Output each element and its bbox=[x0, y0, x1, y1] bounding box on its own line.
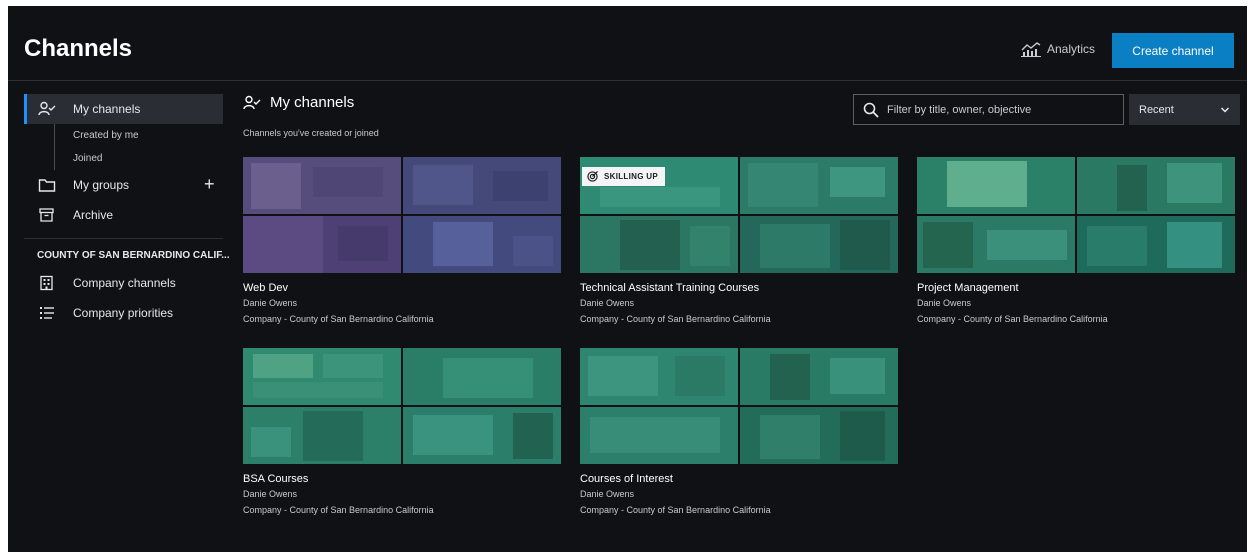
channel-card-web-dev[interactable]: Web Dev Danie Owens Company - County of … bbox=[243, 157, 561, 324]
channel-title[interactable]: Web Dev bbox=[243, 282, 288, 294]
sidebar-item-company-priorities[interactable]: Company priorities bbox=[24, 298, 223, 328]
thumbnail-tile bbox=[580, 216, 738, 273]
thumbnail-tile bbox=[243, 407, 401, 464]
thumbnail-tile bbox=[403, 157, 561, 214]
sidebar-item-my-groups[interactable]: My groups + bbox=[24, 170, 223, 200]
channel-company: Company - County of San Bernardino Calif… bbox=[917, 314, 1108, 324]
sort-selected-value: Recent bbox=[1139, 103, 1174, 116]
search-icon bbox=[863, 102, 879, 118]
channel-owner: Danie Owens bbox=[580, 489, 635, 499]
sidebar-item-my-channels[interactable]: My channels bbox=[24, 94, 223, 124]
thumbnail-tile bbox=[1077, 157, 1235, 214]
channel-title[interactable]: Project Management bbox=[917, 282, 1019, 294]
my-channels-subtree: Created by me Joined bbox=[24, 124, 223, 170]
building-icon bbox=[40, 275, 53, 291]
org-section-label: COUNTY OF SAN BERNARDINO CALIF... bbox=[37, 250, 230, 261]
thumbnail-tile bbox=[403, 216, 561, 273]
thumbnail-tile bbox=[917, 157, 1075, 214]
thumbnail-tile bbox=[740, 157, 898, 214]
sidebar: My channels Created by me Joined My grou… bbox=[24, 94, 230, 328]
skilling-up-badge: SKILLING UP bbox=[582, 167, 665, 186]
section-subtitle: Channels you've created or joined bbox=[243, 128, 379, 138]
sidebar-item-label: My groups bbox=[73, 178, 130, 192]
thumbnail-tile bbox=[580, 407, 738, 464]
channel-thumbnail-grid: SKILLING UP bbox=[580, 157, 898, 274]
channels-app: Channels Analytics Create channel My cha… bbox=[8, 6, 1247, 552]
channel-title[interactable]: Courses of Interest bbox=[580, 473, 673, 485]
analytics-label: Analytics bbox=[1047, 42, 1096, 56]
channel-thumbnail-grid bbox=[580, 348, 898, 465]
channel-card-technical-assistant[interactable]: SKILLING UP Technical Assistant Training… bbox=[580, 157, 898, 324]
thumbnail-tile bbox=[1077, 216, 1235, 273]
channel-owner: Danie Owens bbox=[580, 298, 635, 308]
person-check-icon bbox=[243, 95, 261, 109]
thumbnail-tile bbox=[243, 348, 401, 405]
thumbnail-tile bbox=[243, 157, 401, 214]
page-title: Channels bbox=[24, 35, 133, 62]
create-channel-button[interactable]: Create channel bbox=[1112, 33, 1234, 68]
channel-company: Company - County of San Bernardino Calif… bbox=[580, 314, 771, 324]
channel-title[interactable]: Technical Assistant Training Courses bbox=[580, 282, 759, 294]
section-heading: My channels bbox=[243, 94, 354, 111]
add-group-plus-icon[interactable]: + bbox=[204, 175, 215, 193]
folder-icon bbox=[38, 179, 56, 192]
sidebar-item-label: My channels bbox=[73, 102, 141, 116]
sidebar-subitem-label: Created by me bbox=[73, 130, 139, 141]
sidebar-item-company-channels[interactable]: Company channels bbox=[24, 268, 223, 298]
thumbnail-tile bbox=[403, 348, 561, 405]
archive-icon bbox=[39, 208, 54, 222]
filter-input[interactable] bbox=[885, 102, 1119, 117]
filter-search-box[interactable] bbox=[853, 94, 1124, 125]
sidebar-item-label: Company priorities bbox=[73, 306, 174, 320]
thumbnail-tile bbox=[580, 348, 738, 405]
badge-label: SKILLING UP bbox=[604, 172, 658, 181]
channel-company: Company - County of San Bernardino Calif… bbox=[243, 314, 434, 324]
channel-owner: Danie Owens bbox=[917, 298, 972, 308]
thumbnail-tile bbox=[403, 407, 561, 464]
channel-owner: Danie Owens bbox=[243, 489, 298, 499]
ordered-list-icon bbox=[40, 307, 54, 319]
channel-company: Company - County of San Bernardino Calif… bbox=[243, 505, 434, 515]
bar-chart-icon bbox=[1021, 42, 1041, 57]
channel-company: Company - County of San Bernardino Calif… bbox=[580, 505, 771, 515]
channel-card-bsa-courses[interactable]: BSA Courses Danie Owens Company - County… bbox=[243, 348, 561, 515]
sidebar-subitem-label: Joined bbox=[73, 153, 103, 164]
sidebar-item-label: Archive bbox=[73, 208, 114, 222]
thumbnail-tile bbox=[740, 348, 898, 405]
sidebar-item-label: Company channels bbox=[73, 276, 176, 290]
thumbnail-tile bbox=[740, 407, 898, 464]
channel-thumbnail-grid bbox=[243, 348, 561, 465]
channel-card-courses-of-interest[interactable]: Courses of Interest Danie Owens Company … bbox=[580, 348, 898, 515]
channel-title[interactable]: BSA Courses bbox=[243, 473, 308, 485]
chevron-down-icon bbox=[1220, 106, 1230, 113]
thumbnail-tile bbox=[917, 216, 1075, 273]
channel-owner: Danie Owens bbox=[243, 298, 298, 308]
sort-dropdown[interactable]: Recent bbox=[1129, 94, 1240, 125]
channel-thumbnail-grid bbox=[243, 157, 561, 274]
channel-thumbnail-grid bbox=[917, 157, 1235, 274]
channel-card-project-management[interactable]: Project Management Danie Owens Company -… bbox=[917, 157, 1235, 324]
analytics-link[interactable]: Analytics bbox=[1021, 41, 1095, 57]
person-check-icon bbox=[38, 101, 56, 116]
sidebar-item-joined[interactable]: Joined bbox=[24, 147, 223, 170]
target-icon bbox=[587, 171, 598, 182]
page-header: Channels Analytics Create channel bbox=[8, 6, 1247, 81]
sidebar-item-archive[interactable]: Archive bbox=[24, 200, 223, 230]
section-title: My channels bbox=[270, 94, 355, 111]
thumbnail-tile bbox=[243, 216, 401, 273]
sidebar-item-created-by-me[interactable]: Created by me bbox=[24, 124, 223, 147]
thumbnail-tile bbox=[740, 216, 898, 273]
